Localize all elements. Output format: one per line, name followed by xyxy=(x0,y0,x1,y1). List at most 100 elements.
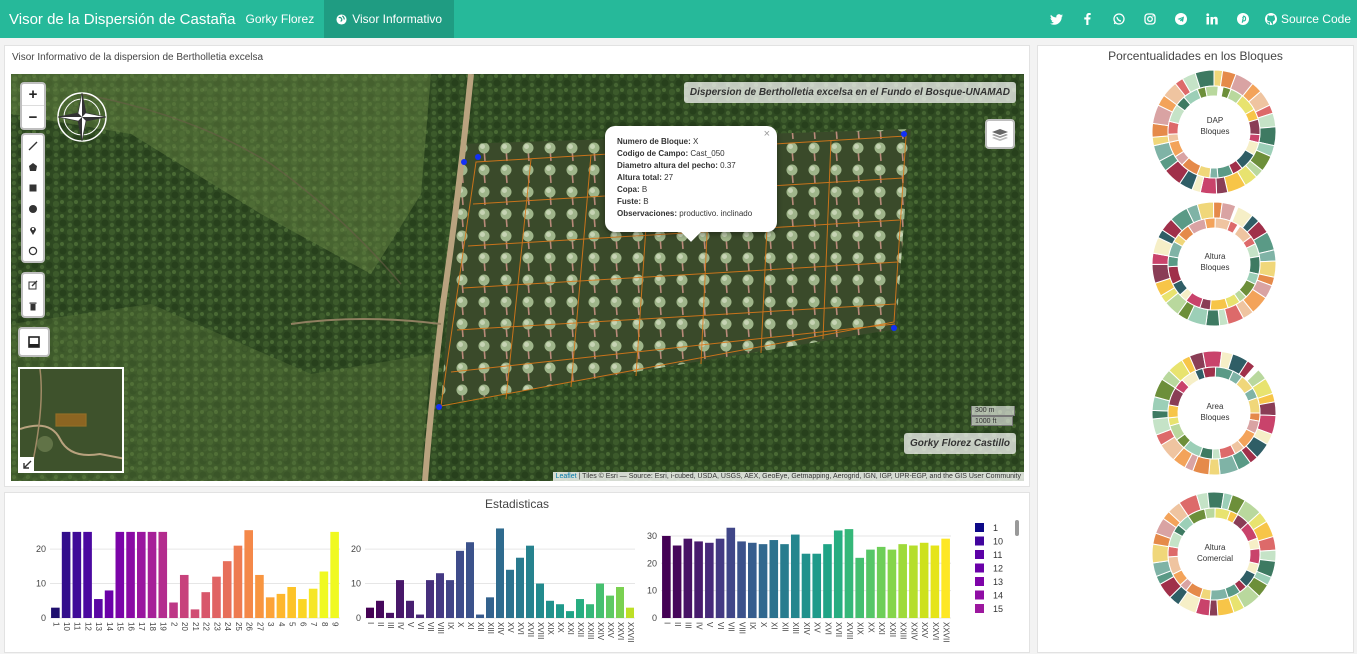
bar-XV[interactable] xyxy=(812,553,822,618)
bar-XXVI[interactable] xyxy=(616,587,624,618)
legend-swatch[interactable] xyxy=(975,523,984,532)
draw-rectangle-icon[interactable] xyxy=(23,177,43,198)
bar-19[interactable] xyxy=(158,531,168,618)
donut-slice[interactable] xyxy=(1209,587,1229,601)
bar-IX[interactable] xyxy=(748,542,757,618)
bar-XVII[interactable] xyxy=(833,530,843,618)
bar-VIII[interactable] xyxy=(737,541,746,618)
bar-XXVI[interactable] xyxy=(930,545,940,618)
bar-I[interactable] xyxy=(366,607,374,618)
bar-6[interactable] xyxy=(298,599,307,618)
bar-27[interactable] xyxy=(255,574,264,618)
bar-XI[interactable] xyxy=(466,542,474,618)
bar-VIII[interactable] xyxy=(436,573,444,618)
leaflet-link[interactable]: Leaflet xyxy=(556,473,577,480)
brand-title[interactable]: Visor de la Dispersión de Castaña xyxy=(0,11,236,28)
bar-XXII[interactable] xyxy=(887,549,897,618)
bar-IX[interactable] xyxy=(446,580,454,618)
donut-slice[interactable] xyxy=(1202,350,1223,369)
bar-18[interactable] xyxy=(147,531,157,618)
donut-slice[interactable] xyxy=(1209,297,1229,311)
minimap[interactable] xyxy=(18,367,124,473)
whatsapp-icon[interactable] xyxy=(1110,10,1128,28)
bar-XXIII[interactable] xyxy=(586,604,594,618)
bar-XIV[interactable] xyxy=(801,553,811,618)
bar-10[interactable] xyxy=(61,531,71,618)
source-code-link[interactable]: Source Code xyxy=(1264,12,1351,26)
author-link[interactable]: Gorky Florez xyxy=(246,12,315,26)
bar-V[interactable] xyxy=(406,600,414,618)
bar-2[interactable] xyxy=(169,602,178,619)
bar-XIII[interactable] xyxy=(790,534,800,618)
legend-swatch[interactable] xyxy=(975,536,984,546)
bar-XIII[interactable] xyxy=(486,597,494,618)
bar-X[interactable] xyxy=(456,550,464,618)
donut-slice[interactable] xyxy=(1151,543,1170,564)
pinterest-icon[interactable] xyxy=(1234,10,1252,28)
bar-22[interactable] xyxy=(201,592,211,618)
bar-III[interactable] xyxy=(683,538,693,618)
bar-8[interactable] xyxy=(319,571,329,619)
bar-XVII[interactable] xyxy=(526,545,534,618)
bar-XXVII[interactable] xyxy=(941,538,950,618)
bar-11[interactable] xyxy=(72,531,82,618)
legend-label[interactable]: 13 xyxy=(993,577,1003,587)
bar-VII[interactable] xyxy=(726,527,736,618)
bar-VII[interactable] xyxy=(426,580,434,618)
bar-24[interactable] xyxy=(222,561,232,618)
bar-XIX[interactable] xyxy=(855,557,864,618)
legend-swatch[interactable] xyxy=(975,550,984,559)
donut-slice[interactable] xyxy=(1247,118,1261,136)
bar-5[interactable] xyxy=(287,587,296,618)
legend-label[interactable]: 14 xyxy=(993,591,1003,601)
bar-XXV[interactable] xyxy=(919,542,929,618)
bar-X[interactable] xyxy=(758,544,768,618)
donut-slice[interactable] xyxy=(1202,366,1217,379)
legend-swatch[interactable] xyxy=(975,577,984,586)
bar-XIX[interactable] xyxy=(546,600,554,618)
legend-label[interactable]: 1 xyxy=(993,523,998,533)
bar-12[interactable] xyxy=(83,531,92,618)
bar-9[interactable] xyxy=(330,531,339,618)
twitter-icon[interactable] xyxy=(1048,10,1066,28)
tab-visor-informativo[interactable]: Visor Informativo xyxy=(324,0,455,38)
draw-polygon-icon[interactable] xyxy=(23,156,43,177)
bar-20[interactable] xyxy=(179,574,189,618)
linkedin-icon[interactable] xyxy=(1203,10,1221,28)
edit-layers-icon[interactable] xyxy=(23,274,43,295)
bar-I[interactable] xyxy=(662,535,671,618)
bar-V[interactable] xyxy=(705,542,714,618)
bar-VI[interactable] xyxy=(416,614,424,618)
donut-slice[interactable] xyxy=(1204,217,1216,230)
draw-circle-icon[interactable] xyxy=(23,198,43,219)
bar-XII[interactable] xyxy=(476,614,484,618)
draw-circlemarker-icon[interactable] xyxy=(23,240,43,261)
minimap-toggle-icon[interactable] xyxy=(20,457,34,471)
bar-3[interactable] xyxy=(265,597,275,618)
bar-4[interactable] xyxy=(276,593,286,618)
zoom-out-button[interactable]: − xyxy=(22,106,44,128)
draw-polyline-icon[interactable] xyxy=(23,135,43,156)
bar-III[interactable] xyxy=(386,612,394,618)
donut-slice[interactable] xyxy=(1151,409,1169,420)
legend-label[interactable]: 10 xyxy=(993,537,1003,547)
bar-VI[interactable] xyxy=(715,538,725,618)
donut-slice[interactable] xyxy=(1258,401,1277,417)
bar-XX[interactable] xyxy=(556,604,564,618)
donut-slice[interactable] xyxy=(1211,448,1222,460)
bar-13[interactable] xyxy=(94,599,103,618)
bar-25[interactable] xyxy=(233,545,243,618)
bar-XV[interactable] xyxy=(506,569,514,618)
bar-XVIII[interactable] xyxy=(844,529,854,618)
bar-XX[interactable] xyxy=(866,549,875,618)
bar-XXII[interactable] xyxy=(576,599,584,618)
telegram-icon[interactable] xyxy=(1172,10,1190,28)
legend-label[interactable]: 15 xyxy=(993,604,1003,614)
draw-marker-icon[interactable] xyxy=(23,219,43,240)
fullscreen-button[interactable] xyxy=(18,327,50,357)
bar-XXIII[interactable] xyxy=(898,544,907,618)
bar-21[interactable] xyxy=(190,609,200,618)
layers-control-button[interactable] xyxy=(985,119,1015,149)
bar-IV[interactable] xyxy=(694,541,703,618)
bar-XI[interactable] xyxy=(769,540,779,618)
